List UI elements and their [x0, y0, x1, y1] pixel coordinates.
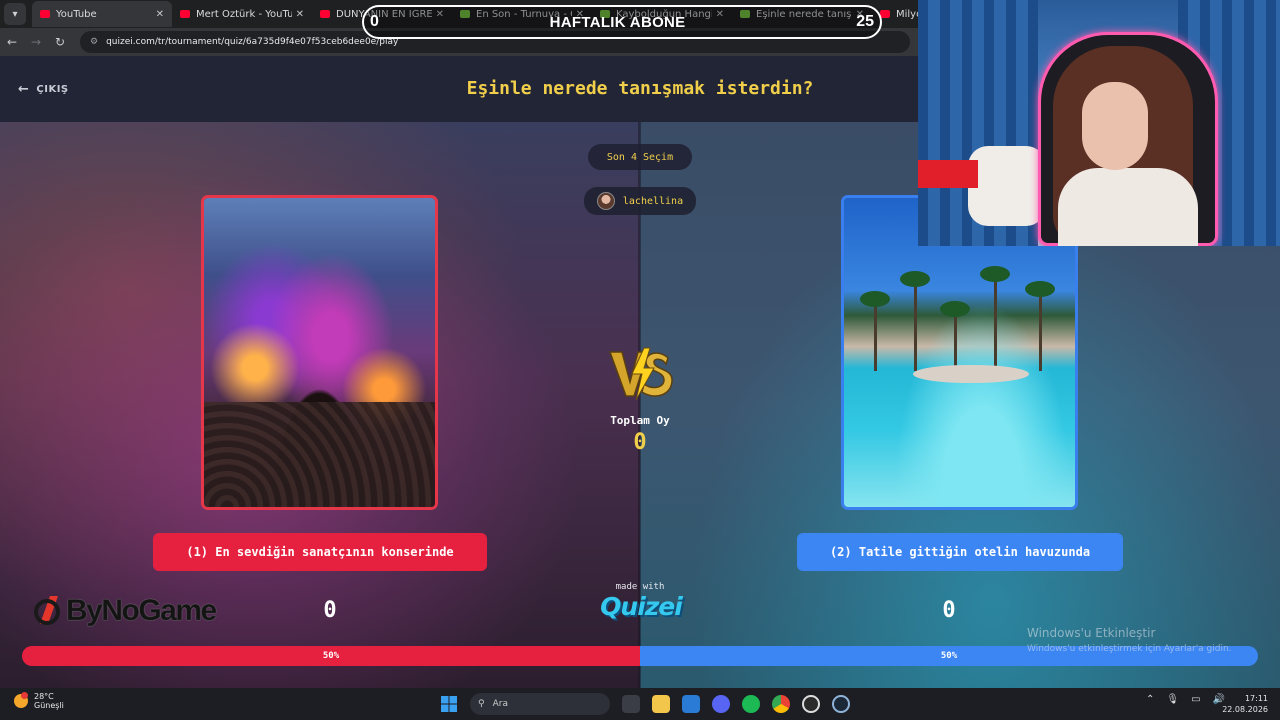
- left-option-button[interactable]: (1) En sevdiğin sanatçının konserinde: [153, 533, 487, 571]
- taskbar-clock[interactable]: 17:11 22.08.2026: [1222, 693, 1268, 715]
- subscriber-target: 25: [856, 13, 874, 30]
- face-shape: [1082, 82, 1148, 170]
- palm-shape: [1025, 281, 1055, 372]
- activation-subtitle: Windows'u etkinleştirmek için Ayarlar'a …: [1027, 644, 1232, 654]
- palm-shape: [940, 301, 970, 372]
- bynogame-mark-icon: [34, 596, 60, 625]
- browser-tab[interactable]: YouTube ✕: [32, 1, 172, 27]
- weather-widget[interactable]: 28°C Güneşli: [14, 692, 64, 710]
- windows-activation-watermark: Windows'u Etkinleştir Windows'u etkinleş…: [1027, 626, 1232, 654]
- subscriber-goal-label: HAFTALIK ABONE: [549, 13, 686, 31]
- tab-title: YouTube: [56, 8, 97, 20]
- youtube-icon: [880, 10, 890, 18]
- youtube-icon: [320, 10, 330, 18]
- clock-date: 22.08.2026: [1222, 705, 1268, 714]
- taskbar-apps: ⚲ Ara: [440, 692, 850, 716]
- right-option-button[interactable]: (2) Tatile gittiğin otelin havuzunda: [797, 533, 1123, 571]
- total-votes-label: Toplam Oy: [610, 414, 670, 427]
- weather-temp: 28°C: [34, 692, 54, 701]
- tab-search-icon[interactable]: ▾: [4, 3, 26, 25]
- microphone-icon[interactable]: 🎙: [1166, 694, 1179, 705]
- chrome-icon[interactable]: [772, 695, 790, 713]
- left-progress-fill: 50%: [22, 646, 640, 666]
- weather-desc: Güneşli: [34, 701, 64, 710]
- close-icon[interactable]: ✕: [156, 9, 164, 20]
- subscriber-current: 0: [370, 13, 379, 30]
- taskbar-search[interactable]: ⚲ Ara: [470, 693, 610, 715]
- page-title: Eşinle nerede tanışmak isterdin?: [466, 78, 814, 99]
- tab-title: Mert Öztürk - YouTube: [196, 8, 292, 20]
- exit-label: ÇIKIŞ: [36, 84, 69, 95]
- chevron-up-icon[interactable]: ⌃: [1146, 694, 1154, 705]
- arrow-left-icon: ←: [18, 82, 30, 97]
- search-icon: ⚲: [478, 699, 485, 709]
- url-text: quizei.com/tr/tournament/quiz/6a735d9f4e…: [106, 37, 399, 47]
- quizei-logo: Quizei: [600, 592, 683, 621]
- screen: ▾ YouTube ✕ Mert Öztürk - YouTube ✕ DÜNY…: [0, 0, 1280, 720]
- close-icon[interactable]: ✕: [296, 9, 304, 20]
- sponsor-text: ByNoGame: [66, 594, 218, 628]
- palm-shape: [900, 271, 930, 372]
- site-settings-icon[interactable]: ⚙: [90, 37, 98, 47]
- right-vote-count: 0: [942, 598, 956, 623]
- activation-title: Windows'u Etkinleştir: [1027, 626, 1156, 640]
- network-icon[interactable]: ▭: [1191, 694, 1200, 705]
- discord-icon[interactable]: [712, 695, 730, 713]
- palm-shape: [980, 266, 1010, 372]
- versus-icon: [608, 347, 673, 401]
- pool-deck-shape: [913, 364, 1029, 384]
- steam-icon[interactable]: [832, 695, 850, 713]
- youtube-icon: [180, 10, 190, 18]
- system-tray: ⌃ 🎙 ▭ 🔊: [1146, 694, 1225, 705]
- left-vote-count: 0: [323, 598, 337, 623]
- browser-tab[interactable]: Mert Öztürk - YouTube ✕: [172, 1, 312, 27]
- user-badge: lachellina: [584, 187, 696, 215]
- webcam-overlay: [918, 0, 1280, 246]
- obs-icon[interactable]: [802, 695, 820, 713]
- subscriber-goal-bar: 0 HAFTALIK ABONE 25: [362, 5, 882, 39]
- red-object-shape: [918, 160, 978, 188]
- reload-icon[interactable]: ↻: [48, 35, 72, 49]
- clock-time: 17:11: [1244, 694, 1268, 703]
- forward-icon[interactable]: →: [24, 35, 48, 49]
- sponsor-logo: ByNoGame: [34, 594, 218, 628]
- sun-icon: [14, 692, 28, 708]
- avatar: [596, 192, 615, 210]
- crowd-shape: [204, 401, 435, 507]
- back-icon[interactable]: ←: [0, 35, 24, 49]
- left-option-image[interactable]: [201, 195, 438, 510]
- made-with-label: made with: [615, 582, 665, 592]
- store-icon[interactable]: [682, 695, 700, 713]
- spotify-icon[interactable]: [742, 695, 760, 713]
- exit-button[interactable]: ← ÇIKIŞ: [18, 82, 69, 97]
- palm-shape: [860, 291, 890, 372]
- pillow-shape: [968, 146, 1046, 226]
- file-explorer-icon[interactable]: [652, 695, 670, 713]
- last-choices-button[interactable]: Son 4 Seçim: [588, 144, 692, 170]
- search-placeholder: Ara: [492, 699, 508, 709]
- username: lachellina: [622, 195, 684, 207]
- windows-start-icon[interactable]: [440, 695, 458, 713]
- concert-image: [204, 198, 435, 507]
- youtube-icon: [40, 10, 50, 18]
- body-shape: [1058, 168, 1198, 246]
- total-votes-value: 0: [633, 430, 647, 455]
- task-view-icon[interactable]: [622, 695, 640, 713]
